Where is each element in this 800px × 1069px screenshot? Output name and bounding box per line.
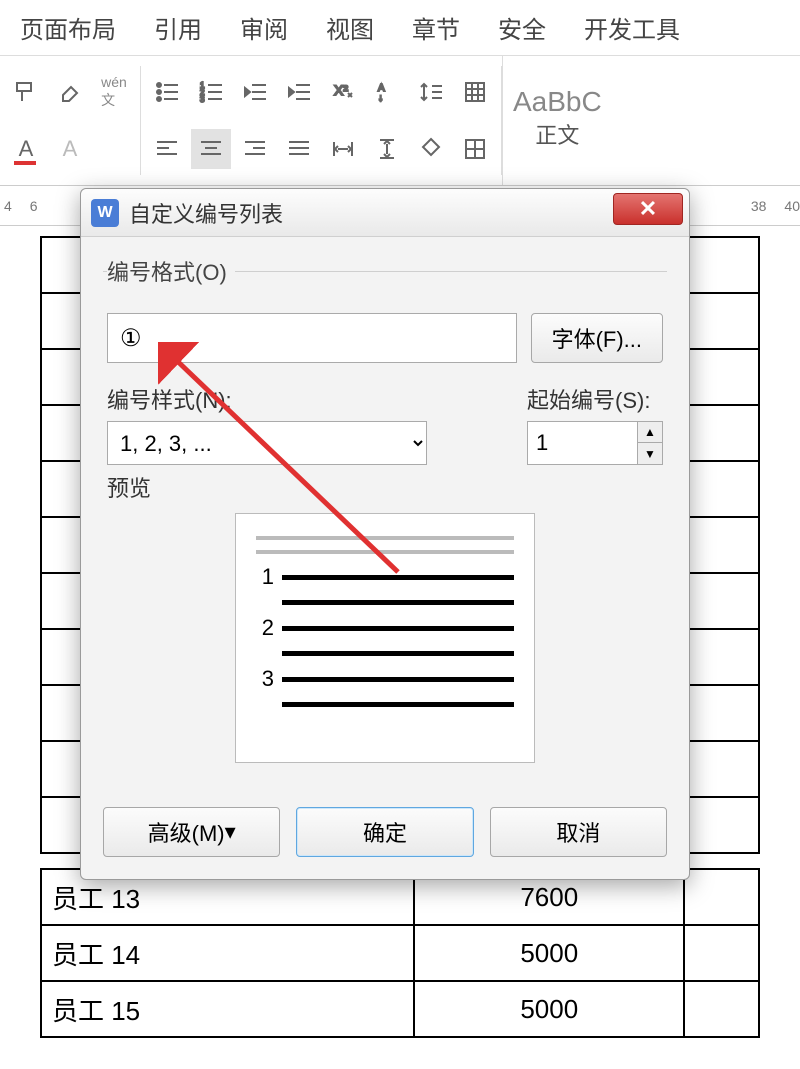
font-color-icon[interactable]: A [6, 129, 46, 169]
distribute-v-icon[interactable] [367, 129, 407, 169]
line-spacing-icon[interactable] [411, 72, 451, 112]
shading-icon[interactable] [411, 129, 451, 169]
custom-number-list-dialog: W 自定义编号列表 ✕ 编号格式(O) 字体(F)... 编号样式(N): 1,… [80, 188, 690, 880]
menu-chapter[interactable]: 章节 [412, 10, 460, 45]
cell-empty[interactable] [684, 981, 759, 1037]
paragraph-icon[interactable] [455, 72, 495, 112]
cell-empty[interactable] [684, 869, 759, 925]
chevron-down-icon: ▾ [225, 819, 236, 845]
sort-icon[interactable]: A↓ [367, 72, 407, 112]
menu-devtools[interactable]: 开发工具 [584, 10, 680, 45]
eraser-icon[interactable] [50, 72, 90, 112]
cell-value[interactable]: 5000 [414, 981, 684, 1037]
spin-up-icon[interactable]: ▲ [638, 422, 662, 443]
preview-num: 1 [256, 564, 274, 590]
dialog-titlebar[interactable]: W 自定义编号列表 ✕ [81, 189, 689, 237]
number-style-label: 编号样式(N): [107, 383, 487, 415]
align-center-icon[interactable] [191, 129, 231, 169]
ruler-mark: 38 [751, 198, 767, 214]
dialog-body: 编号格式(O) 字体(F)... 编号样式(N): 1, 2, 3, ... 起… [81, 237, 689, 879]
number-format-input[interactable] [107, 313, 517, 363]
table-row[interactable]: 员工 15 5000 [41, 981, 759, 1037]
preview-num: 2 [256, 615, 274, 641]
number-format-group: 编号格式(O) 字体(F)... 编号样式(N): 1, 2, 3, ... 起… [103, 255, 667, 795]
start-number-label: 起始编号(S): [527, 383, 663, 415]
menu-security[interactable]: 安全 [498, 10, 546, 45]
font-button[interactable]: 字体(F)... [531, 313, 663, 363]
distribute-h-icon[interactable] [323, 129, 363, 169]
svg-text:↓: ↓ [378, 93, 383, 104]
align-justify-icon[interactable] [279, 129, 319, 169]
highlight-icon[interactable]: A [50, 129, 90, 169]
app-icon: W [91, 199, 119, 227]
number-format-legend: 编号格式(O) [107, 255, 235, 287]
ruler-mark: 4 [4, 198, 12, 214]
style-name: 正文 [535, 118, 579, 150]
borders-icon[interactable] [455, 129, 495, 169]
menu-review[interactable]: 审阅 [240, 10, 288, 45]
spin-down-icon[interactable]: ▼ [638, 443, 662, 464]
format-brush-icon[interactable] [6, 72, 46, 112]
number-list-icon[interactable]: 123 [191, 72, 231, 112]
svg-text:X²: X² [334, 82, 348, 98]
menu-reference[interactable]: 引用 [154, 10, 202, 45]
dialog-title: 自定义编号列表 [129, 197, 283, 229]
style-gallery[interactable]: AaBbC 正文 [502, 56, 612, 185]
align-right-icon[interactable] [235, 129, 275, 169]
svg-text:3: 3 [200, 95, 205, 104]
style-sample: AaBbC [513, 86, 602, 118]
increase-indent-icon[interactable] [279, 72, 319, 112]
close-button[interactable]: ✕ [613, 193, 683, 225]
ruler-mark: 40 [784, 198, 800, 214]
preview-label: 预览 [107, 471, 663, 503]
spinner-buttons[interactable]: ▲ ▼ [637, 421, 663, 465]
preview-num: 3 [256, 666, 274, 692]
main-menubar: 页面布局 引用 审阅 视图 章节 安全 开发工具 [0, 0, 800, 56]
text-direction-icon[interactable]: X² [323, 72, 363, 112]
ribbon: wén文 A A 123 X² A↓ AaB [0, 56, 800, 186]
cell-name[interactable]: 员工 14 [41, 925, 414, 981]
close-icon: ✕ [639, 196, 657, 222]
cell-empty[interactable] [684, 925, 759, 981]
align-left-icon[interactable] [147, 129, 187, 169]
pinyin-icon[interactable]: wén文 [94, 72, 134, 112]
number-style-combo[interactable]: 1, 2, 3, ... [107, 421, 427, 465]
preview-box: 1 2 3 [235, 513, 535, 763]
start-number-input[interactable] [527, 421, 637, 465]
decrease-indent-icon[interactable] [235, 72, 275, 112]
cell-value[interactable]: 5000 [414, 925, 684, 981]
data-table[interactable]: 员工 13 7600 员工 14 5000 员工 15 5000 [40, 868, 760, 1038]
ok-button[interactable]: 确定 [296, 807, 473, 857]
menu-view[interactable]: 视图 [326, 10, 374, 45]
menu-page-layout[interactable]: 页面布局 [20, 10, 116, 45]
table-row[interactable]: 员工 14 5000 [41, 925, 759, 981]
cell-name[interactable]: 员工 15 [41, 981, 414, 1037]
cancel-button[interactable]: 取消 [490, 807, 667, 857]
ruler-mark: 6 [30, 198, 38, 214]
advanced-button[interactable]: 高级(M) ▾ [103, 807, 280, 857]
bullet-list-icon[interactable] [147, 72, 187, 112]
